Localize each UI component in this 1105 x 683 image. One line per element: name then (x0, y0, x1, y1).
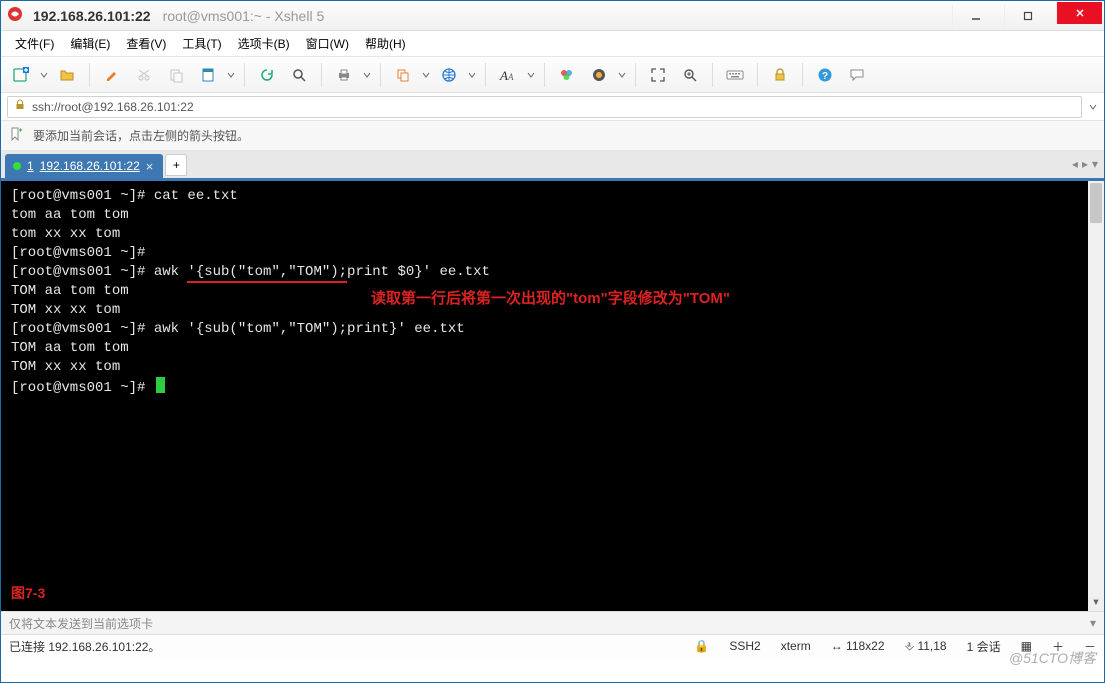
lock-icon (14, 99, 26, 114)
window-title-main: 192.168.26.101:22 (33, 8, 151, 24)
app-icon (7, 6, 23, 25)
window-title-sub: root@vms001:~ - Xshell 5 (163, 8, 325, 24)
status-term: xterm (781, 639, 811, 653)
tab-add-button[interactable]: + (165, 154, 187, 176)
status-protocol: SSH2 (729, 639, 760, 653)
tab-scroll-right-icon[interactable]: ▸ (1082, 157, 1088, 171)
reconnect-icon[interactable] (253, 61, 281, 89)
menu-file[interactable]: 文件(F) (9, 33, 60, 54)
terminal-line: tom aa tom tom (11, 206, 1094, 225)
terminal-line: [root@vms001 ~]# awk '{sub("tom","TOM");… (11, 263, 1094, 282)
chevron-down-icon[interactable] (226, 71, 236, 79)
cursor-icon (156, 377, 165, 393)
ssh-icon: 🔒 (694, 639, 709, 653)
chevron-down-icon[interactable] (421, 71, 431, 79)
svg-text:?: ? (822, 71, 828, 82)
minus-icon[interactable]: － (1084, 638, 1096, 655)
terminal-line: [root@vms001 ~]# (11, 244, 1094, 263)
figure-label: 图7-3 (11, 584, 45, 603)
menu-window[interactable]: 窗口(W) (300, 33, 355, 54)
fullscreen-icon[interactable] (644, 61, 672, 89)
svg-text:A: A (499, 68, 508, 83)
properties-icon[interactable] (194, 61, 222, 89)
terminal[interactable]: [root@vms001 ~]# cat ee.txt tom aa tom t… (1, 179, 1104, 611)
menu-help[interactable]: 帮助(H) (359, 33, 412, 54)
terminal-scrollbar[interactable]: ▴ ▾ (1088, 181, 1104, 611)
status-sessions: 1 会话 (967, 638, 1001, 655)
title-bar: 192.168.26.101:22 root@vms001:~ - Xshell… (1, 1, 1104, 31)
hint-text: 要添加当前会话，点击左侧的箭头按钮。 (33, 127, 249, 144)
tab-index: 1 (27, 159, 34, 173)
keyboard-icon[interactable] (721, 61, 749, 89)
send-bar[interactable]: 仅将文本发送到当前选项卡 ▾ (1, 611, 1104, 635)
terminal-line: [root@vms001 ~]# (11, 377, 1094, 398)
toolbar: AA ? (1, 57, 1104, 93)
menu-view[interactable]: 查看(V) (120, 33, 172, 54)
zoom-icon[interactable] (676, 61, 704, 89)
address-bar: ssh://root@192.168.26.101:22 (1, 93, 1104, 121)
copy-icon[interactable] (389, 61, 417, 89)
plus-icon[interactable]: ＋ (1052, 638, 1064, 655)
maximize-button[interactable] (1004, 5, 1050, 27)
resize-icon: ↔ (831, 639, 843, 653)
color-icon[interactable] (553, 61, 581, 89)
svg-text:A: A (507, 72, 514, 82)
scrollbar-thumb[interactable] (1090, 183, 1102, 223)
print-icon[interactable] (330, 61, 358, 89)
caret-icon: ⎀ (905, 639, 915, 653)
theme-icon[interactable] (585, 61, 613, 89)
globe-icon[interactable] (435, 61, 463, 89)
session-tab[interactable]: 1 192.168.26.101:22 × (5, 154, 163, 178)
terminal-line: TOM aa tom tom (11, 339, 1094, 358)
tab-label: 192.168.26.101:22 (40, 159, 140, 173)
chevron-down-icon[interactable] (467, 71, 477, 79)
tab-close-icon[interactable]: × (146, 159, 154, 174)
chevron-down-icon[interactable] (526, 71, 536, 79)
terminal-line: [root@vms001 ~]# cat ee.txt (11, 187, 1094, 206)
bookmark-add-icon[interactable] (9, 127, 23, 144)
new-session-icon[interactable] (7, 61, 35, 89)
tab-strip: 1 192.168.26.101:22 × + ◂ ▸ ▾ (1, 151, 1104, 179)
menu-tabs[interactable]: 选项卡(B) (232, 33, 296, 54)
chevron-down-icon[interactable] (362, 71, 372, 79)
status-pos: 11,18 (917, 639, 946, 653)
help-icon[interactable]: ? (811, 61, 839, 89)
terminal-line: tom xx xx tom (11, 225, 1094, 244)
terminal-line: TOM xx xx tom (11, 358, 1094, 377)
annotation-text: 读取第一行后将第一次出现的"tom"字段修改为"TOM" (371, 289, 730, 308)
paste-icon[interactable] (162, 61, 190, 89)
scroll-down-icon[interactable]: ▾ (1088, 595, 1104, 611)
status-dot-icon (13, 162, 21, 170)
tab-scroll-left-icon[interactable]: ◂ (1072, 157, 1078, 171)
scissors-icon[interactable] (130, 61, 158, 89)
font-icon[interactable]: AA (494, 61, 522, 89)
open-icon[interactable] (53, 61, 81, 89)
close-button[interactable] (1056, 2, 1102, 24)
address-text: ssh://root@192.168.26.101:22 (32, 100, 194, 114)
hint-bar: 要添加当前会话，点击左侧的箭头按钮。 (1, 121, 1104, 151)
terminal-line: [root@vms001 ~]# awk '{sub("tom","TOM");… (11, 320, 1094, 339)
chevron-down-icon[interactable] (1088, 103, 1098, 111)
menu-tools[interactable]: 工具(T) (176, 33, 227, 54)
chevron-down-icon[interactable] (39, 71, 49, 79)
status-connection: 已连接 192.168.26.101:22。 (9, 638, 160, 655)
chevron-down-icon[interactable]: ▾ (1090, 616, 1096, 630)
minimize-button[interactable] (952, 5, 998, 27)
grid-icon[interactable]: ▦ (1021, 639, 1032, 653)
address-input[interactable]: ssh://root@192.168.26.101:22 (7, 96, 1082, 118)
send-bar-text: 仅将文本发送到当前选项卡 (9, 615, 153, 632)
menu-edit[interactable]: 编辑(E) (64, 33, 116, 54)
annotation-underline (187, 281, 347, 283)
chat-icon[interactable] (843, 61, 871, 89)
lock-icon[interactable] (766, 61, 794, 89)
menu-bar: 文件(F) 编辑(E) 查看(V) 工具(T) 选项卡(B) 窗口(W) 帮助(… (1, 31, 1104, 57)
chevron-down-icon[interactable]: ▾ (1092, 157, 1098, 171)
find-icon[interactable] (285, 61, 313, 89)
edit-icon[interactable] (98, 61, 126, 89)
chevron-down-icon[interactable] (617, 71, 627, 79)
status-bar: 已连接 192.168.26.101:22。 🔒 SSH2 xterm ↔ 11… (1, 635, 1104, 657)
status-size: 118x22 (846, 639, 884, 653)
